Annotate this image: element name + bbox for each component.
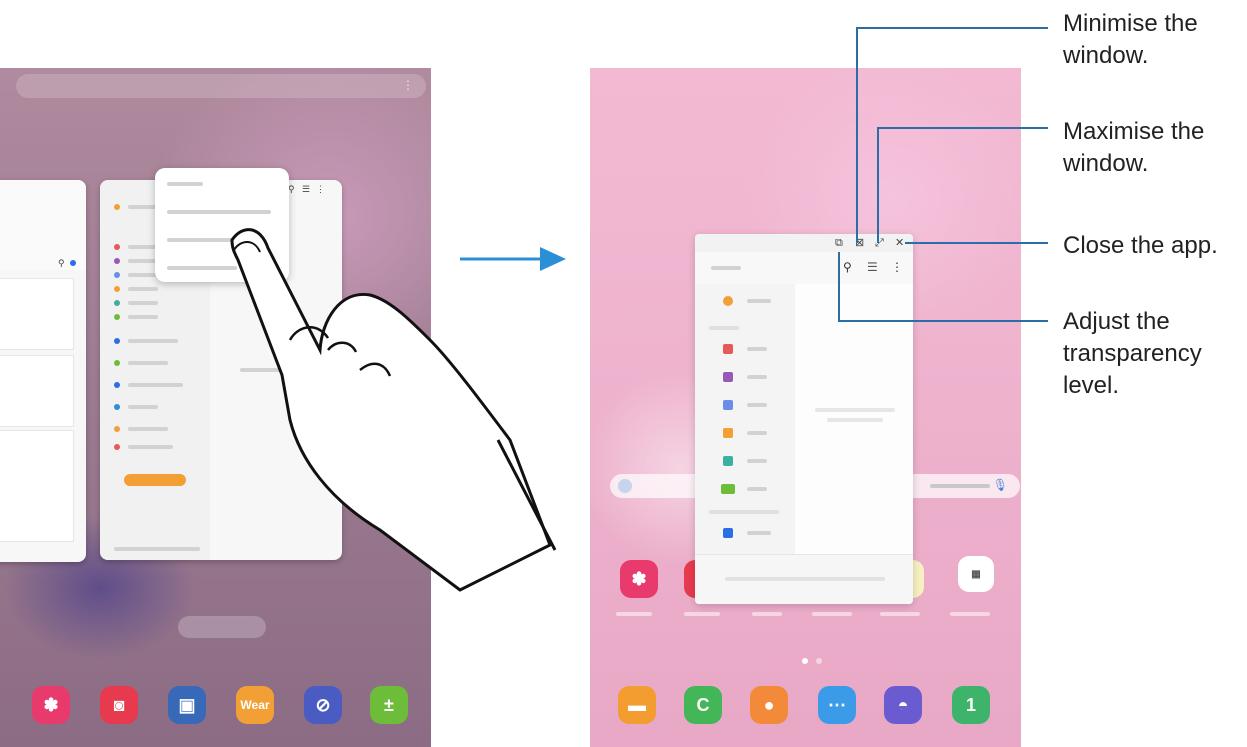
storage-analysis-icon <box>114 444 120 450</box>
list-view-icon[interactable]: ☰ <box>867 260 878 274</box>
more-icon: ⋮ <box>316 184 325 194</box>
card-header <box>0 180 86 270</box>
internal-storage-icon <box>114 338 120 344</box>
search-icon: ⚲ <box>58 258 65 268</box>
gallery-icon[interactable]: ✽ <box>620 560 658 598</box>
contacts-icon[interactable]: ● <box>750 686 788 724</box>
transparency-callout-line-horizontal <box>838 320 1048 322</box>
transition-arrow-icon <box>460 247 566 271</box>
my-files-title <box>711 266 741 270</box>
transparency-callout-line <box>838 252 840 322</box>
wear-icon[interactable]: Wear <box>236 686 274 724</box>
compass-icon[interactable]: ⊘ <box>304 686 342 724</box>
callout-minimise: Minimise the window. <box>1063 10 1198 69</box>
profile-icon <box>70 260 76 266</box>
close-all-button[interactable] <box>178 616 266 638</box>
messages-icon[interactable]: ⋯ <box>818 686 856 724</box>
list-view-icon: ☰ <box>302 184 311 194</box>
minimise-callout-line <box>856 27 858 243</box>
left-search-bar[interactable]: ⋮ <box>16 74 426 98</box>
right-dock: ▬ C ● ⋯ ◓ 1 <box>590 686 1021 736</box>
search-icon[interactable]: ⚲ <box>843 260 852 274</box>
callout-maximise: Maximise the window. <box>1063 118 1205 177</box>
maximise-callout-line-horizontal <box>877 127 1048 129</box>
close-callout-line <box>905 242 1048 244</box>
images-icon <box>114 244 120 250</box>
phone-icon[interactable]: C <box>684 686 722 724</box>
downloads-icon <box>723 456 733 466</box>
my-files-icon[interactable]: ▬ <box>618 686 656 724</box>
images-icon <box>723 344 733 354</box>
downloads-icon <box>114 300 120 306</box>
search-hint <box>930 484 990 488</box>
page-indicator <box>816 658 822 664</box>
files-sidebar <box>695 284 795 584</box>
mic-icon[interactable]: 🎙 <box>993 478 1008 492</box>
sd-card-icon <box>114 360 120 366</box>
google-folder-icon[interactable]: ▦ <box>958 556 994 592</box>
maximise-callout-line <box>877 127 879 243</box>
calculator-icon[interactable]: ± <box>370 686 408 724</box>
recent-icon <box>723 296 733 306</box>
audio-icon <box>114 272 120 278</box>
list-item <box>0 278 74 350</box>
internal-storage-icon <box>723 528 733 538</box>
apk-icon <box>721 484 735 494</box>
pop-up-window-title-bar[interactable]: ⧉ ⊠ ⤢ ✕ <box>695 234 913 252</box>
list-item <box>0 430 74 542</box>
minimise-callout-line-horizontal <box>856 27 1048 29</box>
onedrive-icon <box>114 404 120 410</box>
documents-icon <box>114 286 120 292</box>
pop-up-window-footer <box>695 554 913 604</box>
videos-icon <box>723 372 733 382</box>
files-content-empty <box>795 284 913 554</box>
menu-item-app-info[interactable] <box>167 182 203 186</box>
page-indicator-active <box>802 658 808 664</box>
right-tablet-screen: 🎙 ✽ ▦ ⧉ ⊠ ⤢ ✕ ⚲ ☰ ⋮ ▬ C ● ⋯ ◓ 1 <box>590 68 1021 747</box>
documents-icon <box>723 428 733 438</box>
google-icon <box>618 479 632 493</box>
callout-transparency: Adjust the transparency level. <box>1063 308 1202 399</box>
recent-app-card-contacts[interactable]: ⚲ <box>0 180 86 562</box>
internet-icon[interactable]: ◓ <box>884 686 922 724</box>
secure-folder-icon[interactable]: ▣ <box>168 686 206 724</box>
audio-icon <box>723 400 733 410</box>
calendar-icon[interactable]: 1 <box>952 686 990 724</box>
apk-icon <box>114 314 120 320</box>
gallery-icon[interactable]: ✽ <box>32 686 70 724</box>
transparency-icon[interactable]: ⧉ <box>835 237 843 249</box>
left-dock: ✽ ◙ ▣ Wear ⊘ ± <box>0 686 431 736</box>
camera-icon[interactable]: ◙ <box>100 686 138 724</box>
more-icon[interactable]: ⋮ <box>891 260 903 274</box>
cloud-icon <box>114 382 120 388</box>
videos-icon <box>114 258 120 264</box>
network-icon <box>114 426 120 432</box>
callout-close: Close the app. <box>1063 232 1218 259</box>
recent-icon <box>114 204 120 210</box>
more-options-icon[interactable]: ⋮ <box>402 78 414 92</box>
pop-up-window-my-files[interactable]: ⧉ ⊠ ⤢ ✕ ⚲ ☰ ⋮ <box>695 234 913 604</box>
list-item <box>0 355 74 427</box>
close-icon[interactable]: ✕ <box>895 237 904 249</box>
